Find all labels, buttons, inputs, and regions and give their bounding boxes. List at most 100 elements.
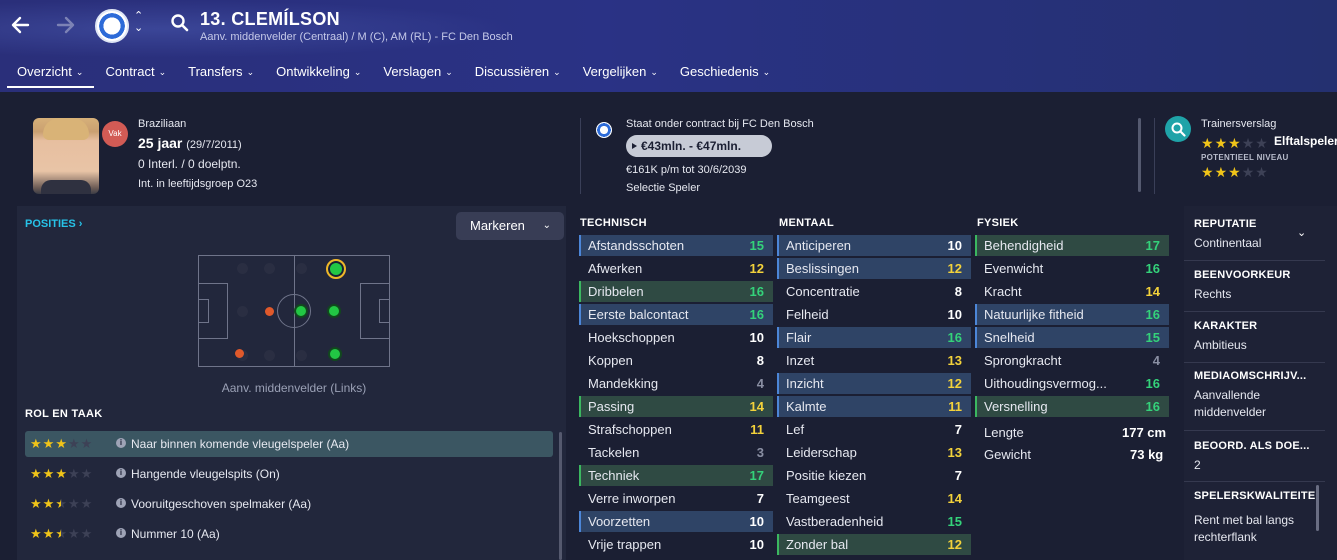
attribute-row[interactable]: Eerste balcontact 16 [579,304,773,325]
attribute-value: 10 [749,537,764,552]
attribute-value: 17 [1145,238,1160,253]
attribute-value: 14 [749,399,764,414]
role-row[interactable]: ★ ★ ★ ★ ★ i Naar binnen komende vleugelspele… [25,431,1331,457]
position-dot[interactable] [296,350,307,361]
transfer-value[interactable]: €43mln. - €47mln. [626,135,772,157]
info-icon[interactable]: i [116,498,126,508]
tab-overzicht[interactable]: Overzicht ⌄ [0,58,95,88]
position-dot[interactable] [264,350,275,361]
positions-link[interactable]: POSITIES › [25,218,82,230]
role-row[interactable]: ★★★★★ i Hangende vleugelspits (On) ⌄ [25,461,1331,487]
position-dot-unconvincing[interactable] [265,307,274,316]
reputation-value: Continentaal [1194,236,1262,250]
pitch-sixyard-right [379,299,390,323]
position-dot-unconvincing[interactable] [235,349,244,358]
physical-title: FYSIEK [977,217,1019,229]
tab-geschiedenis[interactable]: Geschiedenis ⌄ [669,58,781,88]
attribute-row[interactable]: Behendigheid 17 [975,235,1169,256]
attribute-value: 17 [749,468,764,483]
tab-ontwikkeling[interactable]: Ontwikkeling ⌄ [265,58,372,88]
attribute-row[interactable]: Mandekking 4 [579,373,773,394]
chevron-down-icon[interactable]: ⌄ [1297,226,1306,239]
attribute-row[interactable]: Uithoudingsvermog... 16 [975,373,1169,394]
role-row[interactable]: ★★★★★ i Nummer 10 (Aa) ⌄ [25,521,1331,547]
attribute-row[interactable]: Afwerken 12 [579,258,773,279]
tab-vergelijken[interactable]: Vergelijken ⌄ [572,58,669,88]
info-icon[interactable]: i [116,468,126,478]
attribute-name: Beslissingen [786,261,859,276]
position-dot[interactable] [296,263,307,274]
highlight-dropdown[interactable]: Markeren ⌄ [456,212,564,240]
attribute-row[interactable]: Positie kiezen 7 [777,465,971,486]
attribute-row[interactable]: Verre inworpen 7 [579,488,773,509]
attribute-row[interactable]: Inzet 13 [777,350,971,371]
club-badge-icon[interactable] [95,9,129,43]
info-scrollbar[interactable] [1316,485,1319,531]
info-icon[interactable]: i [116,438,126,448]
attribute-row[interactable]: Sprongkracht 4 [975,350,1169,371]
attribute-row[interactable]: Vastberadenheid 15 [777,511,971,532]
status-badge[interactable]: Vak [102,121,128,147]
attribute-row[interactable]: Versnelling 16 [975,396,1169,417]
chevron-down-icon: ⌄ [542,220,551,231]
attribute-row[interactable]: Kalmte 11 [777,396,971,417]
position-dot[interactable] [237,306,248,317]
tab-transfers[interactable]: Transfers ⌄ [177,58,265,88]
search-icon[interactable] [170,13,190,33]
attribute-row[interactable]: Tackelen 3 [579,442,773,463]
star-icon: ★ [80,436,93,451]
star-icon: ★ [80,526,93,541]
attribute-row[interactable]: Dribbelen 16 [579,281,773,302]
attribute-name: Natuurlijke fitheid [984,307,1084,322]
attribute-name: Voorzetten [588,514,651,529]
attribute-row[interactable]: Techniek 17 [579,465,773,486]
info-icon[interactable]: i [116,528,126,538]
star-icon: ★ [80,466,93,481]
forward-arrow-icon[interactable] [52,12,78,38]
attribute-row[interactable]: Inzicht 12 [777,373,971,394]
attribute-row[interactable]: Flair 16 [777,327,971,348]
attribute-row[interactable]: Snelheid 15 [975,327,1169,348]
attribute-row[interactable]: Evenwicht 16 [975,258,1169,279]
position-dot-natural[interactable] [328,347,342,361]
roles-scrollbar[interactable] [559,432,562,560]
position-dot[interactable] [264,263,275,274]
position-dot-natural[interactable] [327,304,341,318]
attribute-row[interactable]: Natuurlijke fitheid 16 [975,304,1169,325]
attribute-row[interactable]: Leiderschap 13 [777,442,971,463]
chevron-down-icon: ⌄ [353,67,362,77]
attribute-row[interactable]: Anticiperen 10 [777,235,971,256]
attribute-row[interactable]: Concentratie 8 [777,281,971,302]
star-icon: ★ [30,466,42,481]
club-switch-chevron-icon[interactable]: ⌃ ⌄ [134,10,143,34]
tab-discussieren[interactable]: Discussiëren ⌄ [464,58,572,88]
attribute-row[interactable]: Lef 7 [777,419,971,440]
attribute-row[interactable]: Hoekschoppen 10 [579,327,773,348]
tab-contract[interactable]: Contract ⌄ [94,58,177,88]
scrollbar[interactable] [1138,118,1141,192]
attribute-row[interactable]: Passing 14 [579,396,773,417]
pitch-caption: Aanv. middenvelder (Links) [221,381,367,395]
attribute-row[interactable]: Kracht 14 [975,281,1169,302]
role-row[interactable]: ★ ★ ★ ★ ★ i Vooruitgeschoven spelmaker (Aa) … [25,491,1331,517]
attribute-row[interactable]: Afstandsschoten 15 [579,235,773,256]
attribute-row[interactable]: Teamgeest 14 [777,488,971,509]
attribute-row[interactable]: Vrije trappen 10 [579,534,773,555]
position-dot-natural[interactable] [294,304,308,318]
position-dot-selected[interactable] [326,259,346,279]
back-arrow-icon[interactable] [8,12,34,38]
attribute-row[interactable]: Zonder bal 12 [777,534,971,555]
attribute-row[interactable]: Felheid 10 [777,304,971,325]
attribute-row[interactable]: Beslissingen 12 [777,258,971,279]
attribute-row[interactable]: Strafschoppen 11 [579,419,773,440]
star-icon: ★ [30,436,42,451]
attribute-value: 12 [947,376,962,391]
attribute-row[interactable]: Voorzetten 10 [579,511,773,532]
attribute-row[interactable]: Koppen 8 [579,350,773,371]
scout-search-icon[interactable] [1165,116,1191,142]
star-icon: ★ [80,496,93,511]
position-dot[interactable] [237,263,248,274]
media-value: Aanvallende middenvelder [1194,388,1267,419]
tab-verslagen[interactable]: Verslagen ⌄ [372,58,463,88]
coach-report-label: Trainersverslag [1201,118,1277,130]
